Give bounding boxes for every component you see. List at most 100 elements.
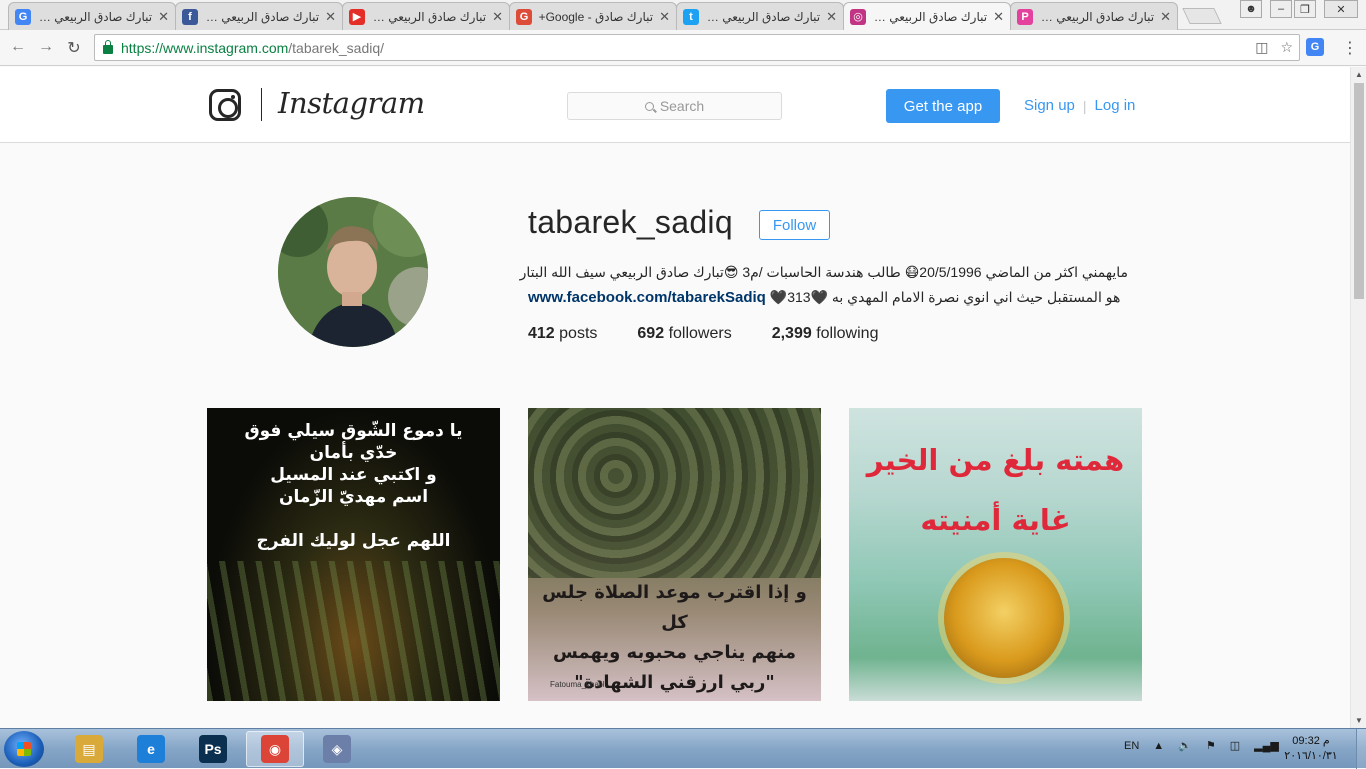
- show-desktop-button[interactable]: [1356, 729, 1366, 769]
- taskbar-app-button[interactable]: ◈: [308, 731, 366, 767]
- post-caption-text: همته بلغ من الخير غاية أمنيته: [859, 430, 1132, 550]
- header-divider: [261, 88, 262, 121]
- taskbar-app-button[interactable]: ▤: [60, 731, 118, 767]
- profile-bio: مايهمني اكثر من الماضي 20/5/1996😷 طالب ه…: [520, 260, 1128, 310]
- browser-tab[interactable]: ◎ تبارك صادق الربيعي (@ ✕: [843, 2, 1011, 30]
- post-text-line: منهم يناجي محبوبه ويهمس: [552, 642, 797, 663]
- power-icon[interactable]: ◫: [1230, 739, 1240, 752]
- browser-tab[interactable]: P تبارك صادق الربيعي Art ✕: [1010, 2, 1178, 30]
- maximize-button[interactable]: ❐: [1294, 0, 1316, 18]
- posts-count: 412: [528, 325, 555, 342]
- post-text-line: اللهم عجل لوليك الفرج: [256, 531, 451, 551]
- chrome-menu-icon[interactable]: ⋮: [1342, 38, 1358, 58]
- bookmark-star-icon[interactable]: ☆: [1280, 39, 1293, 56]
- taskbar-app-button[interactable]: ◉: [246, 731, 304, 767]
- profile-stats: 412 posts 692 followers 2,399 following: [528, 325, 918, 343]
- user-profile-icon[interactable]: ☻: [1240, 0, 1262, 18]
- tab-title: تبارك صادق الربيعي Art: [1039, 9, 1155, 24]
- following-stat[interactable]: 2,399 following: [772, 325, 879, 343]
- following-label: following: [816, 325, 879, 342]
- post-text-line: غاية أمنيته: [920, 503, 1071, 537]
- address-bar[interactable]: https://www.instagram.com/tabarek_sadiq/…: [94, 34, 1300, 61]
- bio-facebook-link[interactable]: www.facebook.com/tabarekSadiq: [528, 289, 766, 306]
- tab-title: تبارك صادق الربيعي | فيس: [204, 9, 320, 24]
- volume-icon[interactable]: 🔈: [1178, 739, 1192, 752]
- instagram-header: Instagram Search Get the app Sign up | L…: [0, 67, 1350, 143]
- instagram-wordmark[interactable]: Instagram: [278, 86, 425, 120]
- back-icon[interactable]: ←: [8, 38, 28, 56]
- reload-icon[interactable]: ↻: [64, 38, 84, 58]
- scroll-down-icon[interactable]: ▼: [1355, 716, 1363, 725]
- clock-time: 09:32 م: [1292, 735, 1330, 747]
- post-tile[interactable]: و إذا اقترب موعد الصلاة جلس كل منهم يناج…: [528, 408, 821, 701]
- close-tab-icon[interactable]: ✕: [659, 9, 670, 25]
- tab-title: تبارك صادق الربيعي - بحث: [37, 9, 153, 24]
- close-tab-icon[interactable]: ✕: [1160, 9, 1171, 25]
- show-hidden-icons-icon[interactable]: ▲: [1153, 740, 1164, 752]
- post-tile[interactable]: يا دموع الشّوق سيلي فوق خدّي بأمان و اكت…: [207, 408, 500, 701]
- forward-icon[interactable]: →: [36, 38, 56, 56]
- twitter-icon: t: [683, 8, 699, 25]
- browser-tab-strip: G تبارك صادق الربيعي - بحث ✕ f تبارك صادق ال…: [0, 0, 1366, 30]
- post-text-line: اسم مهديّ الزّمان: [278, 487, 429, 507]
- close-tab-icon[interactable]: ✕: [325, 9, 336, 25]
- language-indicator[interactable]: EN: [1124, 740, 1139, 752]
- post-credit: Fatouma_khalil: [550, 680, 605, 689]
- log-in-link[interactable]: Log in: [1095, 97, 1136, 114]
- google-plus-icon: G: [516, 8, 532, 25]
- scrollbar-thumb[interactable]: [1354, 83, 1364, 299]
- close-tab-icon[interactable]: ✕: [826, 9, 837, 25]
- google-translate-extension-icon[interactable]: G: [1306, 38, 1324, 56]
- post-background-art: [207, 561, 500, 701]
- bio-heart: 🖤: [769, 289, 788, 305]
- lock-icon: [103, 40, 113, 54]
- instagram-icon: ◎: [850, 8, 866, 25]
- sign-up-link[interactable]: Sign up: [1024, 97, 1075, 114]
- close-tab-icon[interactable]: ✕: [492, 9, 503, 25]
- following-count: 2,399: [771, 325, 812, 342]
- url-host: https://www.instagram.com: [121, 39, 289, 56]
- system-tray: EN ▲ 🔈 ⚑ ◫ ▂▄▆: [1124, 739, 1279, 753]
- profile-avatar: [278, 197, 428, 347]
- followers-label: followers: [668, 325, 732, 342]
- follow-button[interactable]: Follow: [759, 210, 830, 240]
- search-icon: [644, 101, 654, 111]
- clock-date: ٢٠١٦/١٠/٣١: [1284, 750, 1338, 762]
- get-the-app-button[interactable]: Get the app: [886, 89, 1000, 123]
- taskbar-app-button[interactable]: e: [122, 731, 180, 767]
- browser-tab[interactable]: t تبارك صادق الربيعي (@ ✕: [676, 2, 844, 30]
- instagram-logo-icon[interactable]: [209, 89, 241, 121]
- followers-stat[interactable]: 692 followers: [637, 325, 731, 343]
- auth-links: Sign up | Log in: [1024, 97, 1135, 114]
- taskbar-app-button[interactable]: Ps: [184, 731, 242, 767]
- search-input[interactable]: Search: [567, 92, 782, 120]
- windows-taskbar: ▤ e Ps ◉ ◈ EN ▲ 🔈 ⚑ ◫ ▂▄▆ 09:32 م ٢٠١٦/١٠/٣١: [0, 728, 1366, 769]
- page-scrollbar[interactable]: ▲ ▼: [1350, 67, 1366, 728]
- start-button[interactable]: [4, 731, 44, 767]
- taskbar-clock[interactable]: 09:32 م ٢٠١٦/١٠/٣١: [1280, 734, 1342, 764]
- minimize-button[interactable]: –: [1270, 0, 1292, 18]
- internet-explorer-icon: e: [137, 735, 165, 763]
- translate-icon[interactable]: ◫: [1255, 39, 1268, 56]
- app-window-icon: ◈: [323, 735, 351, 763]
- new-tab-button[interactable]: [1182, 8, 1222, 24]
- close-tab-icon[interactable]: ✕: [158, 9, 169, 25]
- browser-tab[interactable]: f تبارك صادق الربيعي | فيس ✕: [175, 2, 343, 30]
- scroll-up-icon[interactable]: ▲: [1355, 70, 1363, 79]
- post-text-line: خدّي بأمان: [309, 443, 398, 463]
- chrome-icon: ◉: [261, 735, 289, 763]
- network-signal-icon[interactable]: ▂▄▆: [1254, 739, 1279, 752]
- posts-stat: 412 posts: [528, 325, 597, 343]
- browser-tab[interactable]: ▶ تبارك صادق الربيعي - be ✕: [342, 2, 510, 30]
- browser-tab[interactable]: G تبارك صادق - Google+ ✕: [509, 2, 677, 30]
- url-path: /tabarek_sadiq/: [288, 39, 385, 56]
- profile-username: tabarek_sadiq: [528, 204, 733, 240]
- close-tab-icon[interactable]: ✕: [993, 9, 1004, 25]
- flag-icon[interactable]: ⚑: [1206, 739, 1216, 752]
- close-window-button[interactable]: ✕: [1324, 0, 1358, 18]
- posts-label: posts: [559, 325, 598, 342]
- photoshop-icon: Ps: [199, 735, 227, 763]
- browser-tab[interactable]: G تبارك صادق الربيعي - بحث ✕: [8, 2, 176, 30]
- post-tile[interactable]: همته بلغ من الخير غاية أمنيته: [849, 408, 1142, 701]
- facebook-icon: f: [182, 8, 198, 25]
